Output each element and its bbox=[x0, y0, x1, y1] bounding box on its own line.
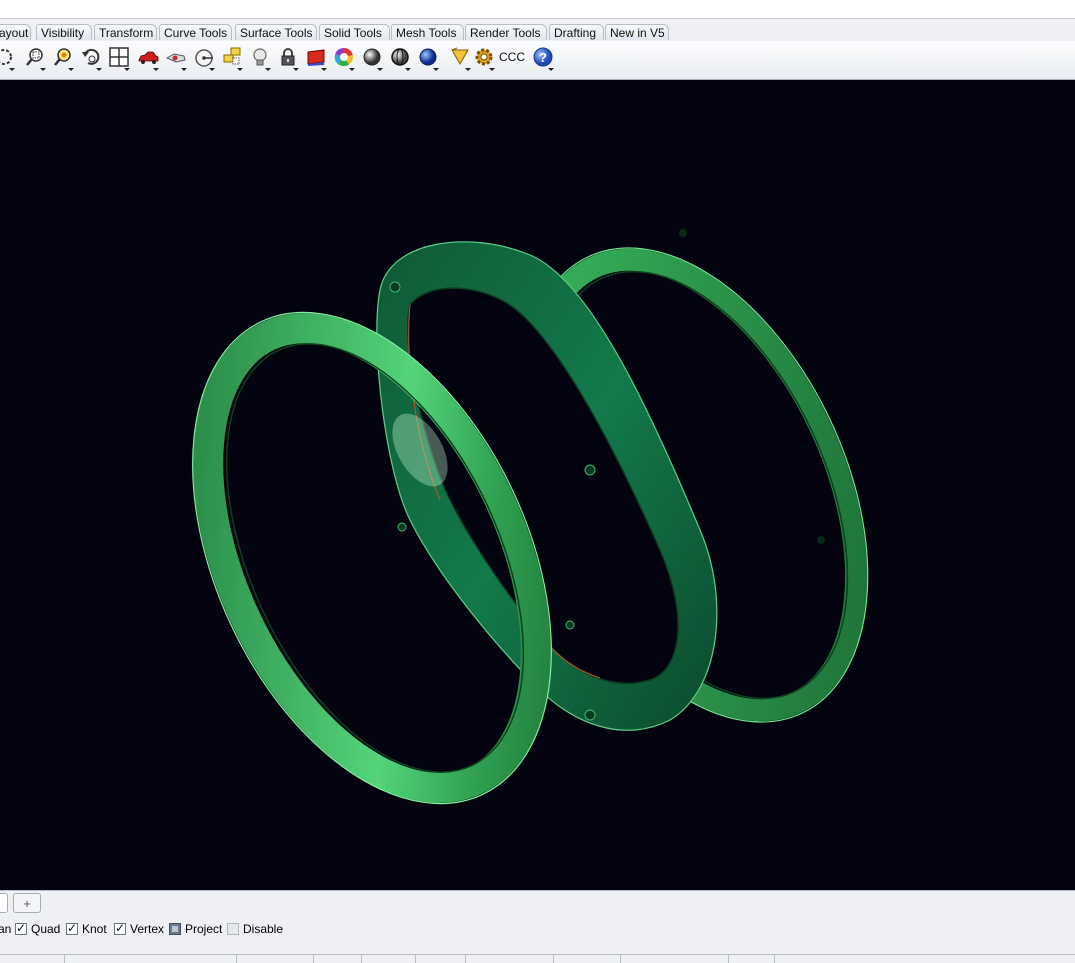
ccc-button[interactable]: CCC bbox=[497, 45, 527, 69]
title-bar-strip bbox=[0, 0, 1075, 18]
gear-icon[interactable] bbox=[472, 45, 496, 71]
zoom-window-icon[interactable] bbox=[23, 45, 47, 71]
shaded-sphere-icon[interactable] bbox=[360, 45, 384, 71]
osnap-label: Knot bbox=[82, 922, 107, 936]
add-viewport-button[interactable]: + bbox=[13, 893, 41, 913]
svg-text:?: ? bbox=[539, 50, 547, 65]
toolbar: CCC ? bbox=[0, 41, 1075, 80]
car-icon[interactable] bbox=[136, 45, 160, 71]
light-bulb-icon[interactable] bbox=[248, 45, 272, 71]
color-wheel-icon[interactable] bbox=[332, 45, 356, 71]
checkbox[interactable] bbox=[114, 921, 126, 935]
material-icon[interactable] bbox=[304, 45, 328, 71]
lock-icon[interactable] bbox=[276, 45, 300, 71]
camera-icon[interactable] bbox=[220, 45, 244, 71]
osnap-quad[interactable]: Quad bbox=[15, 921, 60, 937]
viewport-tab-current[interactable] bbox=[0, 893, 8, 913]
four-viewports-icon[interactable] bbox=[107, 45, 131, 71]
tab-mesh-tools[interactable]: Mesh Tools bbox=[391, 24, 464, 40]
tab-drafting[interactable]: Drafting bbox=[549, 24, 604, 40]
viewport-tab-bar: + bbox=[0, 890, 1075, 915]
osnap-tan[interactable]: an bbox=[0, 921, 11, 937]
model-render bbox=[192, 229, 869, 805]
zoom-selected-icon[interactable] bbox=[51, 45, 75, 71]
plane-icon[interactable] bbox=[192, 45, 216, 71]
tab-visibility[interactable]: Visibility bbox=[36, 24, 92, 40]
osnap-disable[interactable]: Disable bbox=[227, 921, 283, 937]
osnap-label: an bbox=[0, 922, 12, 936]
osnap-label: Disable bbox=[243, 922, 284, 936]
tab-transform[interactable]: Transform bbox=[94, 24, 157, 40]
named-view-icon[interactable] bbox=[164, 45, 188, 71]
checkbox[interactable] bbox=[169, 923, 181, 935]
rendered-sphere-icon[interactable] bbox=[388, 45, 412, 71]
osnap-project[interactable]: Project bbox=[169, 921, 222, 937]
zoom-extents-icon[interactable] bbox=[0, 45, 16, 71]
help-icon[interactable]: ? bbox=[531, 45, 555, 71]
osnap-vertex[interactable]: Vertex bbox=[114, 921, 164, 937]
osnap-label: Project bbox=[185, 922, 223, 936]
osnap-bar: an Quad Knot Vertex Project Disable bbox=[0, 914, 1075, 952]
perspective-viewport[interactable] bbox=[0, 80, 1075, 890]
osnap-label: Quad bbox=[31, 922, 61, 936]
checkbox[interactable] bbox=[227, 923, 239, 935]
undo-view-icon[interactable] bbox=[79, 45, 103, 71]
osnap-knot[interactable]: Knot bbox=[66, 921, 107, 937]
osnap-label: Vertex bbox=[130, 922, 165, 936]
tab-new-in-v5[interactable]: New in V5 bbox=[605, 24, 669, 40]
tab-render-tools[interactable]: Render Tools bbox=[465, 24, 547, 40]
checkbox[interactable] bbox=[66, 921, 78, 935]
tab-layout[interactable]: ayout bbox=[0, 24, 31, 40]
blue-sphere-icon[interactable] bbox=[416, 45, 440, 71]
ribbon-tab-row: ayout Visibility Transform Curve Tools S… bbox=[0, 18, 1075, 42]
tab-solid-tools[interactable]: Solid Tools bbox=[319, 24, 390, 40]
checkbox[interactable] bbox=[15, 921, 27, 935]
tab-surface-tools[interactable]: Surface Tools bbox=[235, 24, 317, 40]
cone-icon[interactable] bbox=[448, 45, 472, 71]
tab-curve-tools[interactable]: Curve Tools bbox=[159, 24, 232, 40]
